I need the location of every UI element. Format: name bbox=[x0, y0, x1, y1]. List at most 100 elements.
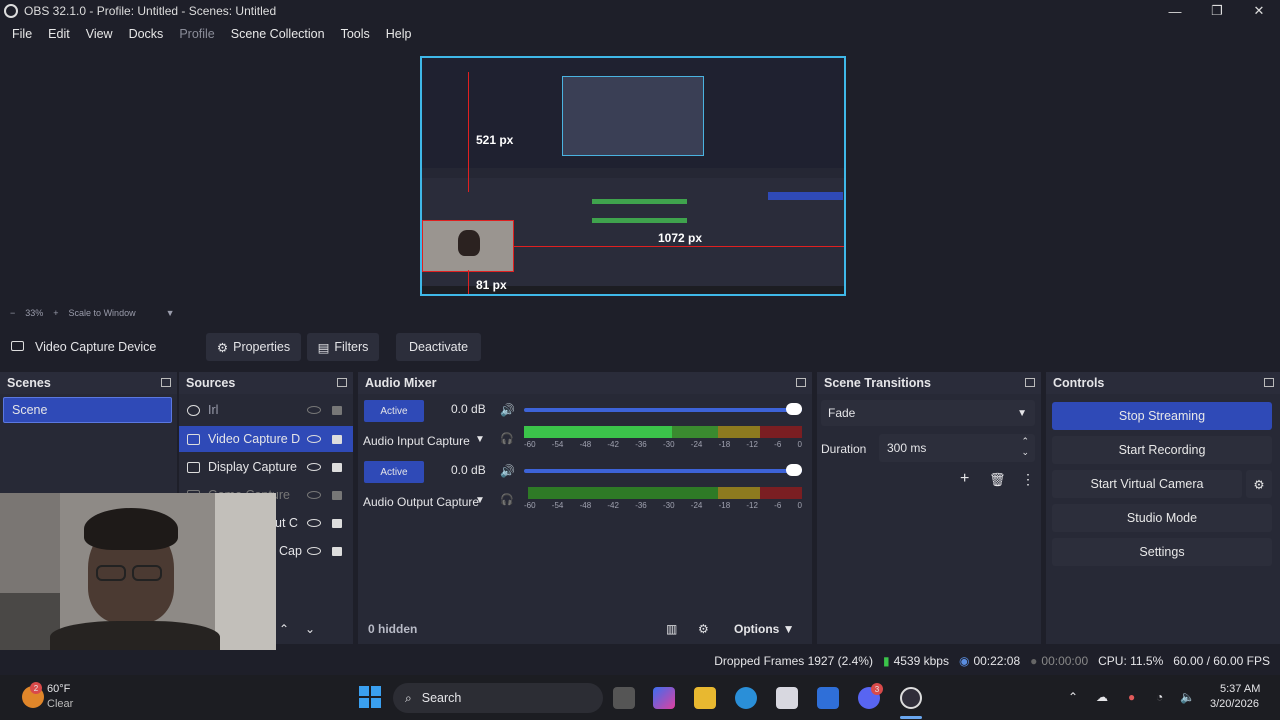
maximize-button[interactable]: ❐ bbox=[1196, 0, 1238, 22]
dock-float-icon[interactable] bbox=[1025, 378, 1035, 387]
tray-chevron-icon[interactable]: ⌃ bbox=[1068, 690, 1078, 704]
lock-icon[interactable] bbox=[332, 462, 342, 472]
zoom-dropdown-icon[interactable]: ▼ bbox=[166, 308, 175, 318]
camera-icon bbox=[187, 433, 200, 445]
stepper-icon[interactable]: ⌃ ⌄ bbox=[1021, 436, 1029, 458]
weather-badge: 2 bbox=[30, 682, 42, 694]
weather-temp: 60°F bbox=[47, 683, 71, 695]
dock-float-icon[interactable] bbox=[337, 378, 347, 387]
virtual-camera-settings-button[interactable]: ⚙ bbox=[1246, 470, 1272, 498]
preview-canvas[interactable]: 521 px 1072 px 81 px bbox=[420, 56, 846, 296]
file-explorer-icon[interactable] bbox=[694, 687, 716, 709]
filters-label: Filters bbox=[334, 340, 369, 354]
dock-float-icon[interactable] bbox=[796, 378, 806, 387]
menu-view[interactable]: View bbox=[78, 27, 121, 41]
properties-button[interactable]: ⚙ Properties bbox=[206, 333, 301, 361]
menu-profile[interactable]: Profile bbox=[171, 27, 222, 41]
duration-input[interactable]: 300 ms ⌃ ⌄ bbox=[879, 434, 1035, 462]
deactivate-button[interactable]: Deactivate bbox=[396, 333, 481, 361]
menu-scene-collection[interactable]: Scene Collection bbox=[223, 27, 333, 41]
channel-1-slider-handle[interactable] bbox=[786, 403, 802, 415]
dock-float-icon[interactable] bbox=[161, 378, 171, 387]
menu-docks[interactable]: Docks bbox=[121, 27, 172, 41]
eye-hidden-icon[interactable] bbox=[307, 406, 321, 414]
menu-file[interactable]: File bbox=[4, 27, 40, 41]
source-label: Cap bbox=[279, 544, 302, 558]
zoom-out-button[interactable]: − bbox=[10, 308, 15, 318]
outlook-icon[interactable] bbox=[817, 687, 839, 709]
eye-icon[interactable] bbox=[307, 547, 321, 555]
menu-tools[interactable]: Tools bbox=[333, 27, 378, 41]
source-item-irl[interactable]: Irl bbox=[179, 397, 353, 423]
lock-icon[interactable] bbox=[332, 405, 342, 415]
headphones-icon[interactable]: 🎧 bbox=[500, 432, 514, 445]
dock-float-icon[interactable] bbox=[1264, 378, 1274, 387]
channel-2-volume-slider[interactable] bbox=[524, 469, 802, 473]
transitions-title: Scene Transitions bbox=[824, 376, 931, 390]
eye-icon[interactable] bbox=[307, 435, 321, 443]
eye-icon[interactable] bbox=[307, 463, 321, 471]
channel-1-dropdown-icon[interactable]: ▼ bbox=[475, 434, 485, 445]
eye-icon[interactable] bbox=[307, 519, 321, 527]
start-recording-button[interactable]: Start Recording bbox=[1052, 436, 1272, 464]
close-button[interactable]: ✕ bbox=[1238, 0, 1280, 22]
scenes-header: Scenes bbox=[0, 372, 177, 394]
tick: -60 bbox=[524, 440, 536, 449]
move-up-icon[interactable]: ⌃ bbox=[279, 622, 289, 636]
wifi-icon[interactable]: ◔ bbox=[1156, 690, 1163, 704]
channel-1-db: 0.0 dB bbox=[451, 402, 486, 416]
taskbar-search[interactable]: ⌕ Search bbox=[393, 683, 603, 713]
headphones-icon[interactable]: 🎧 bbox=[500, 493, 514, 506]
obs-taskbar-icon[interactable] bbox=[900, 687, 922, 709]
tick: -42 bbox=[607, 440, 619, 449]
source-label: Display Capture bbox=[208, 460, 297, 474]
speaker-icon[interactable]: 🔊 bbox=[500, 464, 515, 478]
transition-select[interactable]: Fade ▼ bbox=[821, 400, 1035, 426]
filters-button[interactable]: ▤ Filters bbox=[307, 333, 379, 361]
lock-icon[interactable] bbox=[332, 490, 342, 500]
eye-hidden-icon[interactable] bbox=[307, 491, 321, 499]
stop-streaming-button[interactable]: Stop Streaming bbox=[1052, 402, 1272, 430]
task-view-icon[interactable] bbox=[613, 687, 635, 709]
copilot-icon[interactable] bbox=[653, 687, 675, 709]
browser-icon bbox=[187, 404, 200, 416]
start-menu-icon[interactable] bbox=[359, 686, 381, 708]
add-transition-icon[interactable]: + bbox=[960, 470, 969, 488]
more-options-icon[interactable]: ⋮ bbox=[1021, 471, 1035, 488]
menu-help[interactable]: Help bbox=[378, 27, 420, 41]
source-item-video-capture[interactable]: Video Capture D bbox=[179, 426, 353, 452]
speaker-icon[interactable]: 🔊 bbox=[500, 403, 515, 417]
minimize-button[interactable]: — bbox=[1154, 0, 1196, 22]
source-item-display-capture[interactable]: Display Capture bbox=[179, 454, 353, 480]
channel-2-dropdown-icon[interactable]: ▼ bbox=[475, 495, 485, 506]
advanced-audio-icon[interactable]: ⚙ bbox=[698, 622, 709, 636]
lock-icon[interactable] bbox=[332, 546, 342, 556]
lock-icon[interactable] bbox=[332, 518, 342, 528]
tick: -18 bbox=[718, 501, 731, 510]
options-label: Options bbox=[734, 622, 780, 636]
studio-mode-button[interactable]: Studio Mode bbox=[1052, 504, 1272, 532]
store-icon[interactable] bbox=[776, 687, 798, 709]
zoom-in-button[interactable]: + bbox=[53, 308, 58, 318]
layout-icon[interactable]: ▥ bbox=[666, 622, 677, 636]
duration-value: 300 ms bbox=[887, 441, 927, 455]
scene-item[interactable]: Scene bbox=[3, 397, 172, 423]
lock-icon[interactable] bbox=[332, 434, 342, 444]
scale-mode[interactable]: Scale to Window bbox=[69, 308, 136, 318]
move-down-icon[interactable]: ⌄ bbox=[305, 622, 315, 636]
clock-time[interactable]: 5:37 AM bbox=[1220, 683, 1260, 695]
microphone-icon[interactable]: ● bbox=[1128, 690, 1135, 704]
stream-time: 00:22:08 bbox=[973, 654, 1021, 668]
menu-edit[interactable]: Edit bbox=[40, 27, 78, 41]
volume-icon[interactable]: 🔈 bbox=[1180, 690, 1195, 704]
settings-button[interactable]: Settings bbox=[1052, 538, 1272, 566]
onedrive-icon[interactable]: ☁ bbox=[1096, 690, 1108, 704]
edge-icon[interactable] bbox=[735, 687, 757, 709]
channel-1-active-badge: Active bbox=[364, 400, 424, 422]
channel-1-volume-slider[interactable] bbox=[524, 408, 802, 412]
clock-date[interactable]: 3/20/2026 bbox=[1210, 698, 1259, 710]
options-button[interactable]: Options ▼ bbox=[734, 622, 795, 636]
channel-2-slider-handle[interactable] bbox=[786, 464, 802, 476]
trash-icon[interactable]: 🗑 bbox=[989, 472, 1006, 488]
start-virtual-camera-button[interactable]: Start Virtual Camera bbox=[1052, 470, 1242, 498]
